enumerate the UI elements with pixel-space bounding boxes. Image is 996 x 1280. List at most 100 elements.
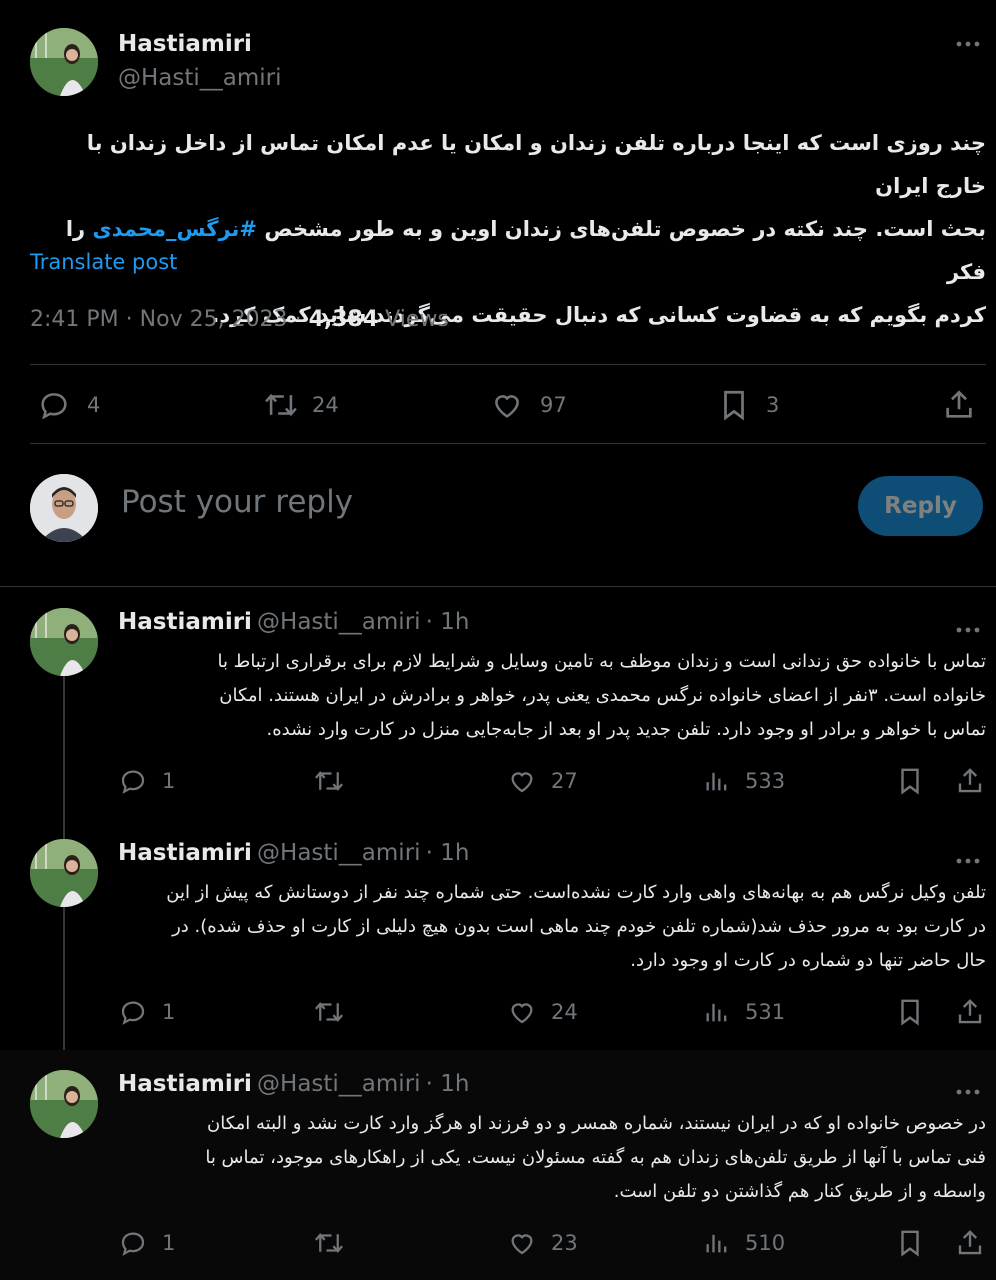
post-text-line: چند روزی است که اینجا درباره تلفن زندان … — [86, 131, 986, 198]
reply-input[interactable]: Post your reply — [121, 484, 353, 520]
reply-text-line: حال حاضر تنها دو شماره در کارت او وجود د… — [630, 950, 986, 971]
reply-avatar[interactable] — [30, 1070, 98, 1138]
like-count: 23 — [551, 1231, 578, 1255]
views-count: 510 — [745, 1231, 786, 1255]
like-count: 27 — [551, 769, 578, 793]
like-action[interactable]: 97 — [490, 388, 567, 422]
like-icon — [507, 766, 537, 796]
repost-icon — [312, 1228, 346, 1258]
views-action[interactable]: 533 — [703, 766, 785, 796]
share-action[interactable] — [955, 766, 985, 796]
bookmark-icon — [896, 997, 924, 1027]
like-icon — [490, 388, 524, 422]
reply-text-line: فنی تماس با آنها از طریق تلفن‌های زندان … — [205, 1147, 986, 1168]
share-action[interactable] — [942, 388, 976, 422]
author-handle[interactable]: @Hasti__amiri — [118, 65, 282, 91]
reply-avatar[interactable] — [30, 839, 98, 907]
views-icon — [703, 997, 731, 1027]
reply-button[interactable]: Reply — [858, 476, 983, 536]
reply-author-handle[interactable]: @Hasti__amiri — [257, 840, 421, 866]
reply-text-line: تماس با خانواده حق زندانی است و زندان مو… — [217, 651, 986, 672]
views-action[interactable]: 531 — [703, 997, 785, 1027]
repost-icon — [312, 997, 346, 1027]
divider — [30, 443, 986, 444]
bookmark-count: 3 — [766, 393, 780, 417]
reply-count: 4 — [87, 393, 101, 417]
more-icon[interactable] — [955, 847, 981, 872]
like-icon — [507, 997, 537, 1027]
reply-action[interactable]: 1 — [118, 1228, 175, 1258]
translate-post-link[interactable]: Translate post — [30, 250, 177, 274]
reply-header: Hastiamiri @Hasti__amiri · 1h — [118, 609, 469, 635]
reply-icon — [118, 766, 148, 796]
views-label: Views — [385, 307, 449, 332]
share-action[interactable] — [955, 1228, 985, 1258]
repost-action[interactable] — [312, 997, 346, 1027]
repost-icon — [312, 766, 346, 796]
more-icon[interactable] — [955, 616, 981, 641]
divider — [30, 364, 986, 365]
more-icon[interactable] — [955, 30, 981, 55]
like-count: 97 — [540, 393, 567, 417]
views-count: 531 — [745, 1000, 786, 1024]
reply-avatar[interactable] — [30, 608, 98, 676]
post-text: چند روزی است که اینجا درباره تلفن زندان … — [30, 122, 986, 337]
bookmark-action[interactable] — [896, 766, 924, 796]
reply-text: تماس با خانواده حق زندانی است و زندان مو… — [118, 645, 986, 747]
share-icon — [955, 766, 985, 796]
views-count: 533 — [745, 769, 786, 793]
views-action[interactable]: 510 — [703, 1228, 785, 1258]
bookmark-action[interactable] — [896, 1228, 924, 1258]
author-name[interactable]: Hastiamiri — [118, 31, 252, 57]
user-avatar[interactable] — [30, 474, 98, 542]
reply-time[interactable]: · 1h — [426, 609, 470, 635]
reply-header: Hastiamiri @Hasti__amiri · 1h — [118, 1071, 469, 1097]
like-action[interactable]: 23 — [507, 1228, 578, 1258]
author-avatar[interactable] — [30, 28, 98, 96]
reply-icon — [37, 388, 71, 422]
reply-action[interactable]: 1 — [118, 766, 175, 796]
bookmark-icon — [718, 388, 750, 422]
post-time[interactable]: 2:41 PM — [30, 307, 119, 332]
reply-count: 1 — [162, 1000, 176, 1024]
share-icon — [955, 1228, 985, 1258]
reply-author-handle[interactable]: @Hasti__amiri — [257, 1071, 421, 1097]
bookmark-icon — [896, 1228, 924, 1258]
reply-text-line: تماس با خواهر و برادر او وجود دارد. تلفن… — [266, 719, 986, 740]
reply-icon — [118, 1228, 148, 1258]
section-divider — [0, 586, 996, 587]
reply-text-line: خانواده است. ۳نفر از اعضای خانواده نرگس … — [219, 685, 986, 706]
reply-text-line: واسطه و از طریق کنار هم گذاشتن دو تلفن ا… — [613, 1181, 986, 1202]
like-icon — [507, 1228, 537, 1258]
post-text-segment: بحث است. چند نکته در خصوص تلفن‌های زندان… — [264, 217, 986, 241]
share-icon — [955, 997, 985, 1027]
bookmark-action[interactable] — [896, 997, 924, 1027]
reply-action[interactable]: 4 — [37, 388, 100, 422]
repost-action[interactable] — [312, 1228, 346, 1258]
reply-time[interactable]: · 1h — [426, 1071, 470, 1097]
like-action[interactable]: 27 — [507, 766, 578, 796]
post-date[interactable]: Nov 25, 2023 — [140, 307, 288, 332]
reply-text-line: در کارت بود به مرور حذف شد(شماره تلفن خو… — [172, 916, 986, 937]
reply-text: تلفن وکیل نرگس هم به بهانه‌های واهی وارد… — [118, 876, 986, 978]
share-action[interactable] — [955, 997, 985, 1027]
reply-author-name[interactable]: Hastiamiri — [118, 840, 252, 866]
reply-time[interactable]: · 1h — [426, 840, 470, 866]
hashtag-link[interactable]: #نرگس_محمدی — [92, 217, 257, 241]
reply-author-name[interactable]: Hastiamiri — [118, 1071, 252, 1097]
repost-action[interactable] — [312, 766, 346, 796]
share-icon — [942, 388, 976, 422]
views-count[interactable]: 4,384 — [309, 307, 379, 332]
meta-separator: · — [125, 307, 133, 332]
reply-icon — [118, 997, 148, 1027]
reply-action[interactable]: 1 — [118, 997, 175, 1027]
bookmark-action[interactable]: 3 — [718, 388, 779, 422]
reply-author-name[interactable]: Hastiamiri — [118, 609, 252, 635]
reply-header: Hastiamiri @Hasti__amiri · 1h — [118, 840, 469, 866]
repost-count: 24 — [312, 393, 339, 417]
repost-action[interactable]: 24 — [262, 388, 339, 422]
more-icon[interactable] — [955, 1078, 981, 1103]
reply-author-handle[interactable]: @Hasti__amiri — [257, 609, 421, 635]
reply-text-line: در خصوص خانواده او که در ایران نیستند، ش… — [207, 1113, 986, 1134]
like-action[interactable]: 24 — [507, 997, 578, 1027]
